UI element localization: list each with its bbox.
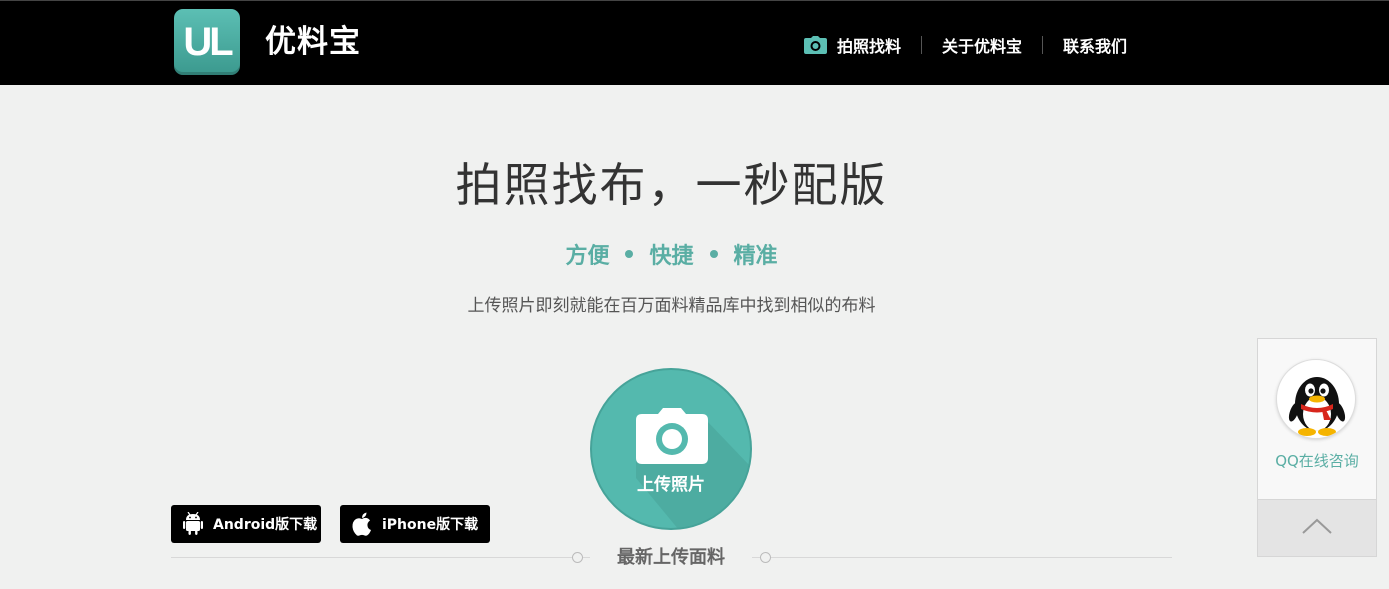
nav-item-photo-search[interactable]: 拍照找料	[804, 33, 901, 57]
tag-convenient: 方便	[565, 244, 610, 269]
top-navigation-bar: UL 优料宝 拍照找料 关于优料宝 联系我们	[0, 0, 1389, 85]
hero-subtitle: 上传照片即刻就能在百万面料精品库中找到相似的布料	[467, 296, 876, 316]
nav-label: 联系我们	[1063, 37, 1128, 56]
nav-item-about[interactable]: 关于优料宝	[942, 33, 1022, 57]
tag-precise: 精准	[733, 244, 778, 269]
android-download-button[interactable]: Android版下载	[171, 505, 321, 543]
floating-side-panel: QQ在线咨询	[1257, 338, 1377, 557]
android-download-label: Android版下载	[213, 517, 318, 533]
hero-tags: 方便 快捷 精准	[0, 240, 1343, 274]
divider-circle-left	[572, 552, 583, 563]
back-to-top-button[interactable]	[1258, 499, 1376, 556]
android-icon	[183, 512, 203, 536]
hero-title: 拍照找布，一秒配版	[455, 158, 888, 212]
chevron-up-icon	[1302, 518, 1332, 538]
nav-divider	[921, 36, 923, 54]
camera-icon	[804, 36, 827, 54]
apple-icon	[352, 512, 372, 536]
nav-item-contact[interactable]: 联系我们	[1063, 33, 1127, 57]
iphone-download-button[interactable]: iPhone版下载	[340, 505, 490, 543]
brand-name[interactable]: 优料宝	[265, 21, 361, 63]
nav-label: 拍照找料	[837, 37, 902, 56]
iphone-download-label: iPhone版下载	[382, 517, 479, 533]
bullet-dot	[625, 250, 634, 258]
bullet-dot	[709, 250, 718, 258]
qq-penguin-icon	[1276, 359, 1356, 439]
upload-label: 上传照片	[637, 475, 705, 495]
main-nav: 拍照找料 关于优料宝 联系我们	[804, 31, 1127, 59]
divider-circle-right	[760, 552, 771, 563]
nav-divider	[1042, 36, 1044, 54]
qq-consult-button[interactable]: QQ在线咨询	[1258, 339, 1376, 499]
logo-text: UL	[183, 20, 233, 64]
upload-photo-button[interactable]: 上传照片	[590, 368, 752, 530]
logo[interactable]: UL	[174, 9, 240, 75]
tag-fast: 快捷	[649, 244, 694, 269]
nav-label: 关于优料宝	[942, 37, 1023, 56]
section-title: 最新上传面料	[590, 544, 752, 572]
camera-icon	[636, 408, 708, 468]
qq-consult-label: QQ在线咨询	[1275, 452, 1359, 470]
